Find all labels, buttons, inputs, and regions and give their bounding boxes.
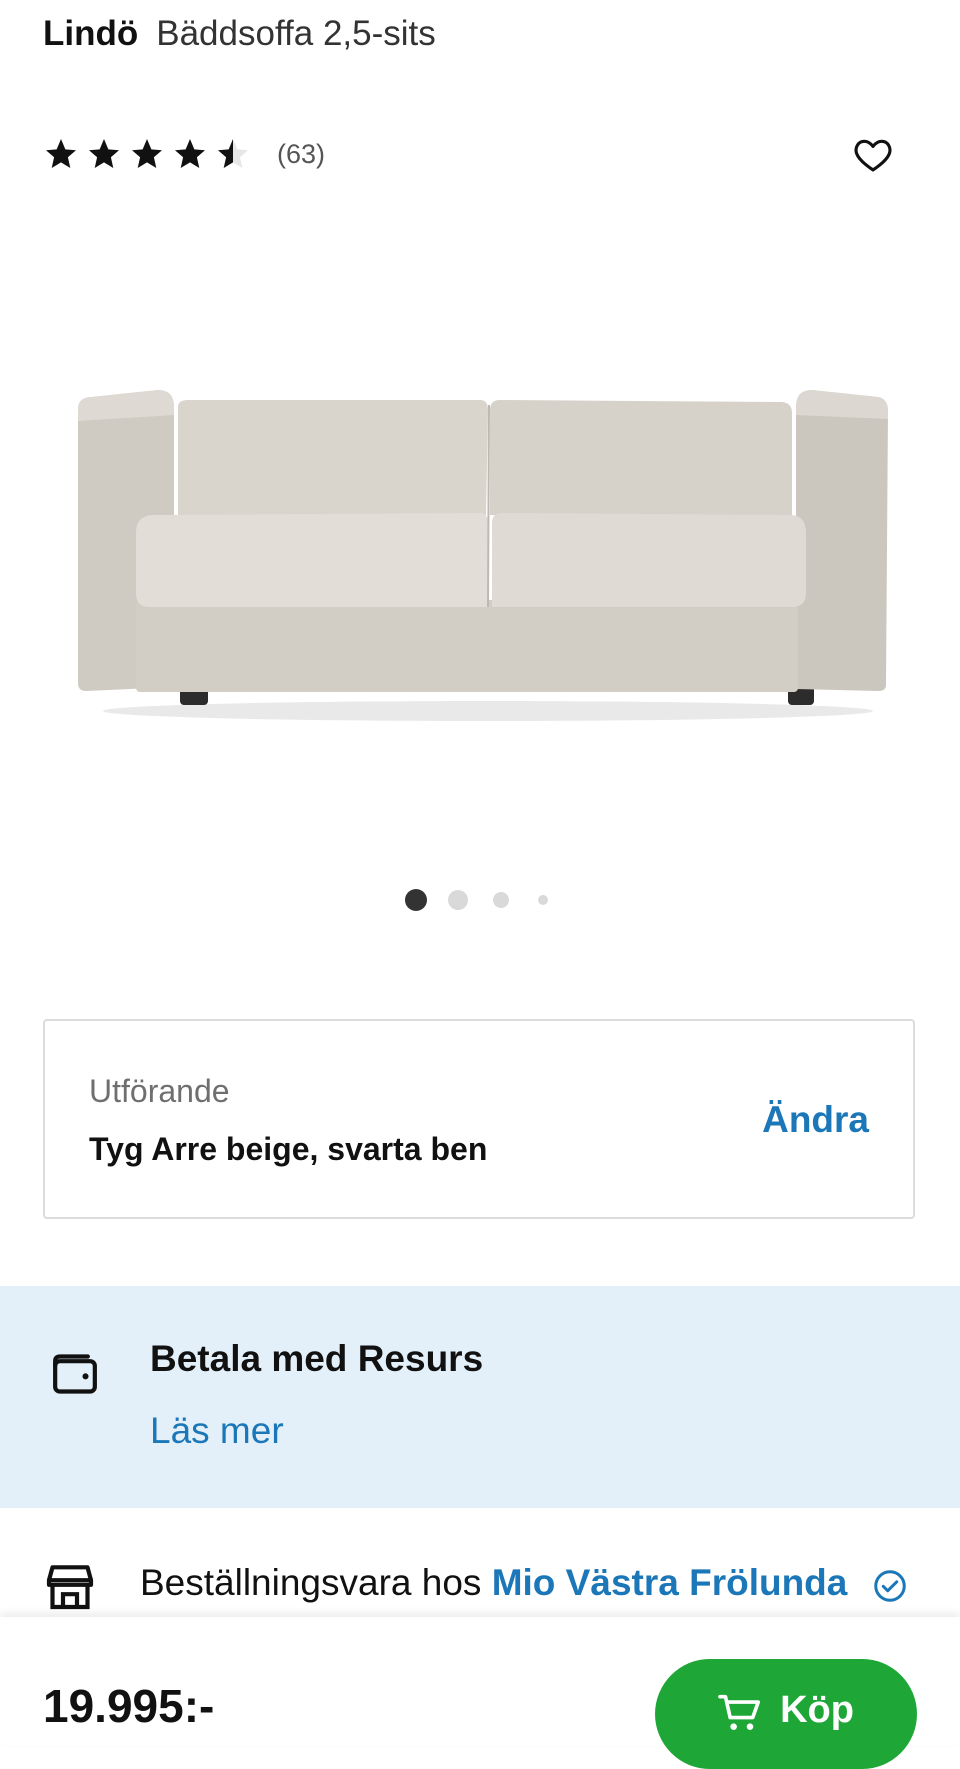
variant-value: Tyg Arre beige, svarta ben — [89, 1131, 488, 1167]
buy-label: Köp — [780, 1689, 854, 1731]
rating[interactable]: (63) — [43, 132, 325, 176]
carousel-pagination[interactable] — [0, 888, 960, 912]
store-icon — [46, 1565, 94, 1610]
buy-button[interactable]: Köp — [655, 1659, 917, 1769]
read-more-link[interactable]: Läs mer — [150, 1410, 284, 1452]
half-star-icon — [218, 139, 248, 168]
payment-title: Betala med Resurs — [150, 1338, 484, 1379]
change-variant-link[interactable]: Ändra — [762, 1099, 869, 1141]
wallet-icon — [53, 1354, 97, 1394]
payment-info: Betala med Resurs Läs mer — [0, 1286, 960, 1508]
product-image[interactable] — [78, 345, 888, 725]
review-count[interactable]: (63) — [277, 139, 325, 170]
carousel-dot[interactable] — [493, 892, 509, 908]
price: 19.995:- — [43, 1680, 215, 1732]
star-icon — [46, 139, 76, 168]
star-icon — [132, 139, 162, 168]
star-icon — [89, 139, 119, 168]
carousel-dot[interactable] — [448, 890, 468, 910]
store-link[interactable]: Mio Västra Frölunda — [492, 1562, 848, 1603]
variant-label: Utförande — [89, 1073, 230, 1109]
star-icon — [175, 139, 205, 168]
heart-icon[interactable] — [851, 134, 895, 176]
variant-selector[interactable]: Utförande Tyg Arre beige, svarta ben Änd… — [43, 1019, 915, 1219]
store-text: Beställningsvara hos Mio Västra Frölunda — [140, 1562, 847, 1604]
shopping-cart-icon — [718, 1694, 761, 1730]
check-circle-icon — [874, 1570, 906, 1602]
store-prefix: Beställningsvara hos — [140, 1562, 492, 1603]
brand-name: Lindö — [43, 14, 139, 53]
purchase-bar: 19.995:- Köp — [0, 1617, 960, 1769]
product-name: Bäddsoffa 2,5-sits — [156, 14, 436, 53]
carousel-dot-active[interactable] — [405, 889, 427, 911]
star-rating — [43, 136, 251, 172]
store-availability: Beställningsvara hos Mio Västra Frölunda — [0, 1550, 960, 1620]
product-title: Lindö Bäddsoffa 2,5-sits — [43, 14, 436, 54]
carousel-dot[interactable] — [538, 895, 548, 905]
